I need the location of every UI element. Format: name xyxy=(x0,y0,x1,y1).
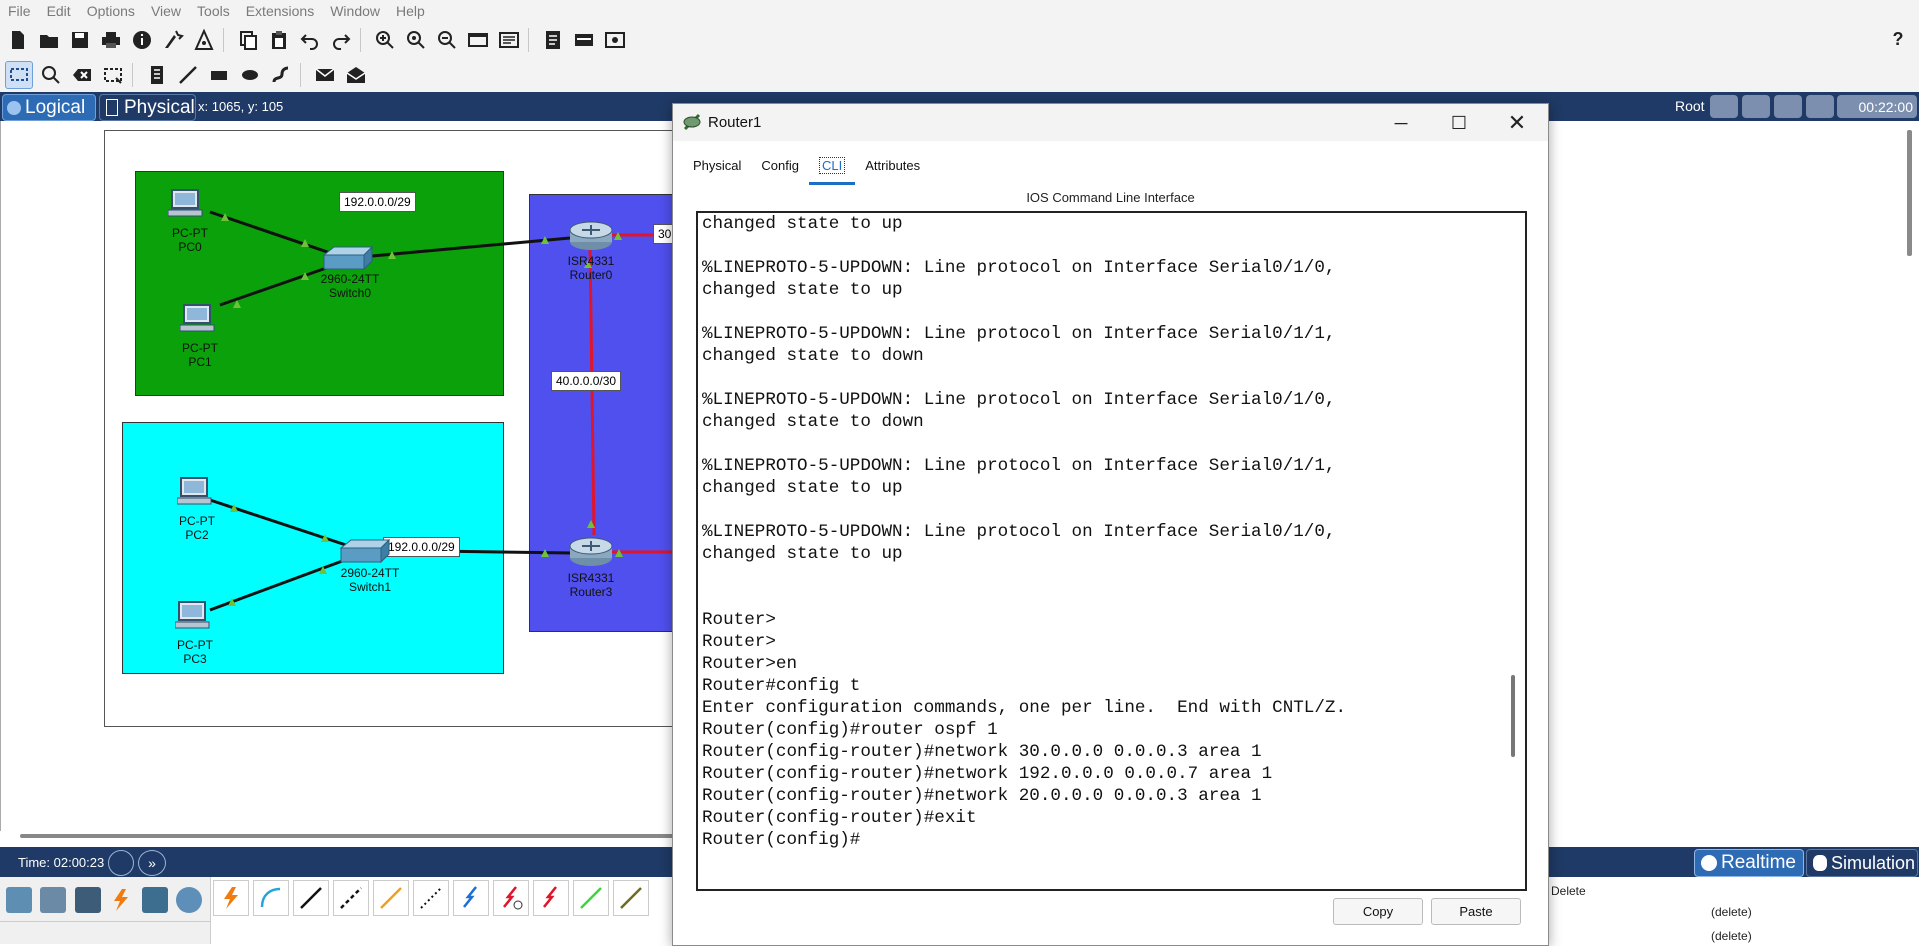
delete-pdu-link[interactable]: (delete) xyxy=(1711,905,1752,919)
console-cable-icon[interactable] xyxy=(253,880,289,916)
tab-physical-label: Physical xyxy=(693,158,742,173)
paste-button-label: Paste xyxy=(1459,904,1493,919)
end-devices-icon[interactable] xyxy=(40,887,66,913)
connections-icon[interactable] xyxy=(108,887,134,913)
simulation-mode-button[interactable]: Simulation xyxy=(1806,849,1918,877)
pc-icon[interactable] xyxy=(174,600,211,635)
switch-icon[interactable] xyxy=(339,538,391,569)
clock-icon xyxy=(1701,855,1717,871)
pc0-label: PC-PT PC0 xyxy=(172,226,208,254)
cli-heading: IOS Command Line Interface xyxy=(1026,190,1195,205)
miscellaneous-icon[interactable] xyxy=(142,887,168,913)
phone-cable-icon[interactable] xyxy=(413,880,449,916)
network-label-192-green: 192.0.0.0/29 xyxy=(339,192,416,212)
switch0-label: 2960-24TT Switch0 xyxy=(320,272,380,300)
components-icon[interactable] xyxy=(75,887,101,913)
router3-label: ISR4331 Router3 xyxy=(567,571,615,599)
pc3-label: PC-PT PC3 xyxy=(177,638,213,666)
copper-straight-icon[interactable] xyxy=(293,880,329,916)
window-title: Router1 xyxy=(708,114,762,131)
tab-attributes[interactable]: Attributes xyxy=(855,152,930,182)
cli-terminal[interactable]: changed state to up %LINEPROTO-5-UPDOWN:… xyxy=(696,211,1527,891)
pc-icon[interactable] xyxy=(176,476,213,511)
router-icon[interactable] xyxy=(568,220,614,255)
realtime-label: Realtime xyxy=(1721,852,1796,873)
network-label-40: 40.0.0.0/30 xyxy=(551,371,622,391)
panel-divider xyxy=(0,921,210,922)
delete-column-header: Delete xyxy=(1551,884,1586,898)
minimize-icon[interactable]: ─ xyxy=(1378,108,1424,138)
tab-cli-label: CLI xyxy=(819,157,846,174)
coaxial-icon[interactable] xyxy=(453,880,489,916)
copper-cross-icon[interactable] xyxy=(333,880,369,916)
realtime-mode-button[interactable]: Realtime xyxy=(1694,849,1804,877)
pc2-label: PC-PT PC2 xyxy=(179,514,215,542)
network-devices-icon[interactable] xyxy=(6,887,32,913)
cli-output: changed state to up %LINEPROTO-5-UPDOWN:… xyxy=(702,214,1347,850)
pc-icon[interactable] xyxy=(179,303,216,338)
network-label-192-cyan: 192.0.0.0/29 xyxy=(383,537,460,557)
tab-physical[interactable]: Physical xyxy=(683,152,751,182)
iot-cable-icon[interactable] xyxy=(613,880,649,916)
delete-pdu-link[interactable]: (delete) xyxy=(1711,929,1752,943)
tab-attributes-label: Attributes xyxy=(865,158,921,173)
window-titlebar[interactable]: Router1 ─ ☐ ✕ xyxy=(673,104,1548,141)
device-type-selection xyxy=(0,877,211,944)
copy-button[interactable]: Copy xyxy=(1333,898,1423,925)
stopwatch-icon xyxy=(1813,855,1827,871)
multiuser-icon[interactable] xyxy=(176,887,202,913)
serial-dte-icon[interactable] xyxy=(533,880,569,916)
tab-config[interactable]: Config xyxy=(751,152,809,182)
auto-connection-icon[interactable] xyxy=(213,880,249,916)
workspace-vertical-scrollbar[interactable] xyxy=(1907,130,1912,256)
pdu-list-panel: Delete (delete) (delete) xyxy=(1548,877,1919,944)
fiber-icon[interactable] xyxy=(373,880,409,916)
router0-label: ISR4331 Router0 xyxy=(567,254,615,282)
power-cycle-icon[interactable] xyxy=(108,850,134,876)
network-label-30: 30 xyxy=(653,224,674,244)
pc1-label: PC-PT PC1 xyxy=(182,341,218,369)
router1-window: Router1 ─ ☐ ✕ Physical Config CLI Attrib… xyxy=(672,103,1549,946)
simulation-label: Simulation xyxy=(1831,852,1916,873)
elapsed-time: Time: 02:00:23 xyxy=(18,855,105,870)
copy-button-label: Copy xyxy=(1362,904,1394,919)
paste-button[interactable]: Paste xyxy=(1431,898,1521,925)
link-switch0-router0 xyxy=(349,236,571,260)
pc-icon[interactable] xyxy=(167,188,204,223)
serial-dce-icon[interactable] xyxy=(493,880,529,916)
close-icon[interactable]: ✕ xyxy=(1494,108,1540,138)
router-tabs: Physical Config CLI Attributes xyxy=(683,152,930,185)
link-pc2-switch1 xyxy=(209,498,356,550)
fast-forward-icon[interactable]: » xyxy=(138,850,166,876)
tab-config-label: Config xyxy=(761,158,799,173)
cli-scrollbar[interactable] xyxy=(1511,675,1515,757)
octal-cable-icon[interactable] xyxy=(573,880,609,916)
router-icon[interactable] xyxy=(568,536,614,571)
workspace-horizontal-scrollbar[interactable] xyxy=(20,834,680,838)
switch1-label: 2960-24TT Switch1 xyxy=(340,566,400,594)
router-window-icon xyxy=(683,113,701,131)
maximize-icon[interactable]: ☐ xyxy=(1436,108,1482,138)
tab-cli[interactable]: CLI xyxy=(809,152,856,185)
